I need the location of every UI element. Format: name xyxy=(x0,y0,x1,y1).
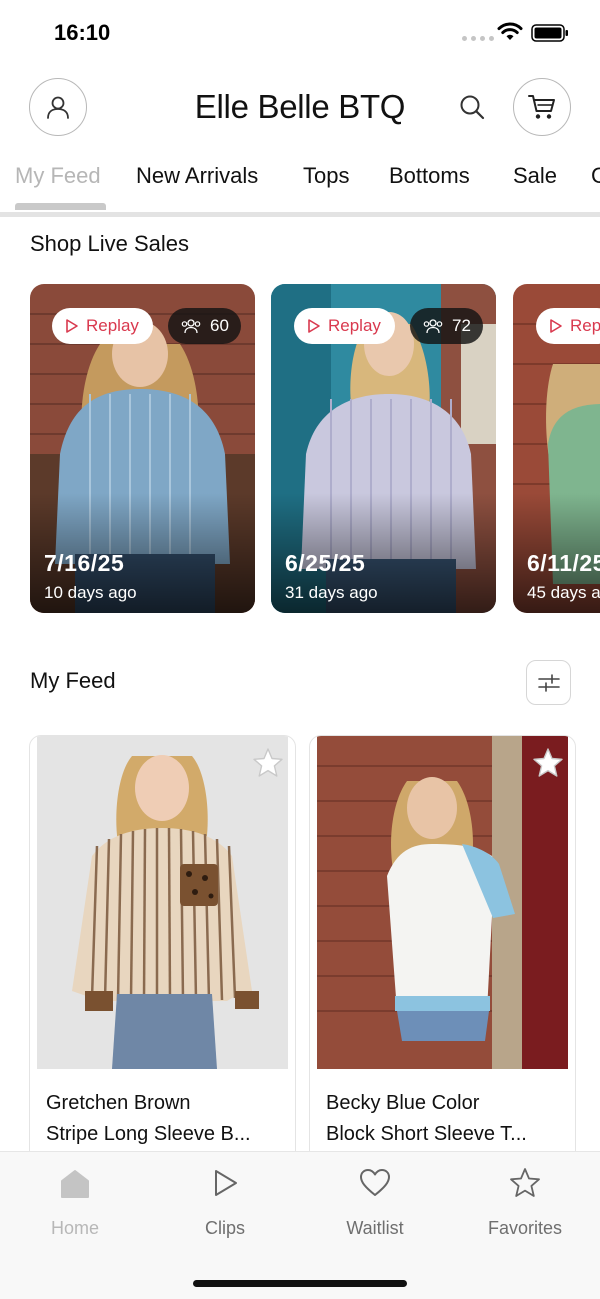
active-tab-indicator xyxy=(15,203,106,210)
product-image xyxy=(317,736,568,1069)
nav-waitlist[interactable]: Waitlist xyxy=(315,1166,435,1239)
nav-home-label: Home xyxy=(50,1218,99,1238)
cart-button[interactable] xyxy=(513,78,571,136)
product-name: Becky Blue Color Block Short Sleeve T... xyxy=(326,1088,562,1150)
viewer-count: 72 xyxy=(452,316,471,335)
product-name-line-2: Stripe Long Sleeve B... xyxy=(46,1123,251,1145)
store-title: Elle Belle BTQ xyxy=(194,88,406,125)
star-icon[interactable] xyxy=(251,746,285,780)
product-name-line-1: Becky Blue Color xyxy=(326,1092,480,1114)
category-tabs: My Feed New Arrivals Tops Bottoms Sale C xyxy=(0,160,600,214)
replay-button[interactable]: Replay xyxy=(294,308,395,344)
bottom-navigation: Home Clips Waitlist Favorites xyxy=(0,1151,600,1299)
product-image xyxy=(37,736,288,1069)
tab-partial[interactable]: C xyxy=(591,163,600,189)
live-sale-ago: 31 days ago xyxy=(285,583,378,602)
replay-label: Replay xyxy=(328,316,381,335)
live-sales-carousel: Replay 60 7/16/25 10 days ago Replay 72 … xyxy=(0,284,600,614)
home-indicator xyxy=(193,1280,407,1287)
replay-label: Rep xyxy=(570,316,600,335)
signal-dots-icon xyxy=(462,36,494,41)
live-sales-title: Shop Live Sales xyxy=(30,231,189,256)
nav-clips[interactable]: Clips xyxy=(165,1166,285,1239)
live-sale-date: 6/11/25 xyxy=(527,550,600,576)
sliders-icon xyxy=(537,673,560,692)
product-card[interactable]: Becky Blue Color Block Short Sleeve T... xyxy=(309,735,576,1165)
nav-clips-label: Clips xyxy=(204,1218,245,1238)
status-time: 16:10 xyxy=(54,20,111,45)
live-sale-ago: 10 days ago xyxy=(44,583,137,602)
product-name: Gretchen Brown Stripe Long Sleeve B... xyxy=(46,1088,282,1150)
nav-favorites[interactable]: Favorites xyxy=(465,1166,585,1239)
replay-button[interactable]: Replay xyxy=(52,308,153,344)
home-icon xyxy=(61,1170,89,1198)
tab-sale[interactable]: Sale xyxy=(513,163,557,189)
play-outline-icon xyxy=(66,319,78,333)
nav-waitlist-label: Waitlist xyxy=(346,1218,404,1238)
viewers-icon xyxy=(423,319,443,334)
replay-button[interactable]: Rep xyxy=(536,308,600,344)
live-sale-card[interactable]: Replay 60 7/16/25 10 days ago xyxy=(30,284,255,613)
search-icon xyxy=(460,95,485,120)
my-feed-title: My Feed xyxy=(30,668,116,693)
play-icon xyxy=(215,1170,237,1196)
wifi-icon xyxy=(497,22,523,40)
nav-home[interactable]: Home xyxy=(15,1166,135,1239)
live-sale-date: 7/16/25 xyxy=(44,550,125,576)
replay-label: Replay xyxy=(86,316,139,335)
viewer-count-badge: 60 xyxy=(168,308,241,344)
live-sale-ago: 45 days a xyxy=(527,583,600,602)
live-sale-card[interactable]: Rep 6/11/25 45 days a xyxy=(513,284,600,613)
search-button[interactable] xyxy=(456,91,488,123)
tab-tops[interactable]: Tops xyxy=(303,163,349,189)
viewer-count: 60 xyxy=(210,316,229,335)
tab-bottoms[interactable]: Bottoms xyxy=(389,163,470,189)
product-name-line-1: Gretchen Brown xyxy=(46,1092,191,1114)
app-header: Elle Belle BTQ xyxy=(0,78,600,138)
play-outline-icon xyxy=(550,319,562,333)
filter-button[interactable] xyxy=(526,660,571,705)
viewer-count-badge: 72 xyxy=(410,308,483,344)
star-icon xyxy=(510,1168,540,1197)
status-bar: 16:10 xyxy=(0,0,600,66)
nav-favorites-label: Favorites xyxy=(487,1218,563,1238)
tab-new-arrivals[interactable]: New Arrivals xyxy=(136,163,258,189)
heart-icon xyxy=(360,1169,390,1196)
product-name-line-2: Block Short Sleeve T... xyxy=(326,1123,527,1145)
viewers-icon xyxy=(181,319,201,334)
cart-icon xyxy=(528,95,555,119)
live-sale-date: 6/25/25 xyxy=(285,550,366,576)
product-card[interactable]: Gretchen Brown Stripe Long Sleeve B... xyxy=(29,735,296,1165)
tabs-divider xyxy=(0,212,600,217)
tab-my-feed[interactable]: My Feed xyxy=(15,163,101,189)
play-outline-icon xyxy=(308,319,320,333)
battery-icon xyxy=(531,24,568,42)
star-icon[interactable] xyxy=(531,746,565,780)
live-sale-card[interactable]: Replay 72 6/25/25 31 days ago xyxy=(271,284,496,613)
